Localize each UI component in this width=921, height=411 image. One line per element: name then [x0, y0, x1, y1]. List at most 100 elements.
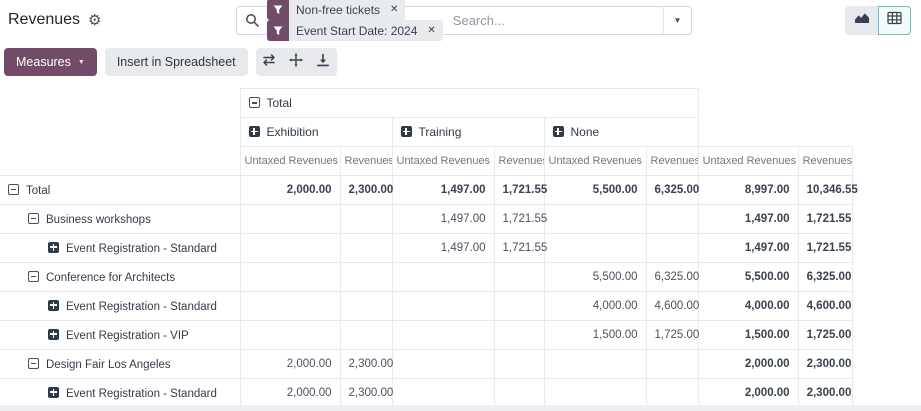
collapse-icon — [249, 97, 260, 108]
pivot-cell[interactable]: 5,500.00 — [544, 176, 646, 205]
pivot-cell[interactable]: 5,500.00 — [544, 263, 646, 292]
pivot-cell[interactable]: 6,325.00 — [646, 263, 698, 292]
search-options-toggle[interactable]: ▼ — [663, 7, 691, 34]
pivot-cell[interactable]: 2,000.00 — [240, 176, 340, 205]
pivot-cell[interactable]: 1,725.00 — [646, 321, 698, 350]
pivot-row-header[interactable]: Conference for Architects — [0, 263, 240, 292]
pivot-view: TotalExhibitionTrainingNoneUntaxed Reven… — [0, 88, 921, 408]
pivot-cell[interactable]: 4,600.00 — [798, 292, 852, 321]
pivot-row: Total2,000.002,300.001,497.001,721.555,5… — [0, 176, 852, 205]
pivot-header-spacer — [698, 118, 852, 147]
pivot-cell[interactable]: 5,500.00 — [698, 263, 798, 292]
pivot-cell[interactable]: 2,300.00 — [798, 350, 852, 379]
measure-header[interactable]: Untaxed Revenues — [544, 147, 646, 176]
pivot-row-header[interactable]: Total — [0, 176, 240, 205]
pivot-cell[interactable]: 1,500.00 — [698, 321, 798, 350]
control-panel: Revenues ⚙ Non-free tickets✕Event Start … — [0, 0, 921, 40]
pivot-cell[interactable]: 8,997.00 — [698, 176, 798, 205]
pivot-cell[interactable]: 2,300.00 — [340, 176, 392, 205]
pivot-col-group-header[interactable]: None — [544, 118, 698, 147]
measure-header[interactable]: Revenues — [340, 147, 392, 176]
pivot-cell[interactable]: 1,725.00 — [798, 321, 852, 350]
pivot-table: TotalExhibitionTrainingNoneUntaxed Reven… — [0, 88, 853, 408]
pivot-cell — [392, 350, 494, 379]
pivot-col-total-header[interactable]: Total — [240, 89, 698, 118]
expand-icon — [553, 126, 564, 137]
graph-view-button[interactable] — [845, 6, 878, 35]
gear-icon[interactable]: ⚙ — [88, 13, 101, 28]
expand-all-button[interactable] — [283, 48, 310, 76]
pivot-cell[interactable]: 2,000.00 — [240, 379, 340, 408]
chevron-down-icon: ▼ — [674, 16, 682, 25]
pivot-cell — [392, 292, 494, 321]
pivot-cell[interactable]: 2,000.00 — [240, 350, 340, 379]
pivot-cell[interactable]: 10,346.55 — [798, 176, 852, 205]
measure-header[interactable]: Revenues — [798, 147, 852, 176]
pivot-cell — [544, 234, 646, 263]
collapse-icon — [8, 184, 19, 195]
pivot-cell[interactable]: 4,000.00 — [544, 292, 646, 321]
pivot-cell[interactable]: 1,721.55 — [494, 176, 544, 205]
pivot-cell[interactable]: 6,325.00 — [646, 176, 698, 205]
facet-remove-button[interactable]: ✕ — [387, 0, 405, 20]
pivot-row: Conference for Architects5,500.006,325.0… — [0, 263, 852, 292]
pivot-cell[interactable]: 1,721.55 — [798, 234, 852, 263]
pivot-row-header[interactable]: Event Registration - Standard — [0, 292, 240, 321]
collapse-icon — [28, 213, 39, 224]
pivot-corner — [0, 118, 240, 147]
pivot-cell[interactable]: 6,325.00 — [798, 263, 852, 292]
download-xlsx-button[interactable] — [310, 48, 337, 76]
pivot-cell — [340, 292, 392, 321]
measure-header[interactable]: Untaxed Revenues — [240, 147, 340, 176]
pivot-row: Event Registration - VIP1,500.001,725.00… — [0, 321, 852, 350]
pivot-cell[interactable]: 1,497.00 — [392, 176, 494, 205]
search-input[interactable] — [451, 12, 663, 29]
pivot-cell[interactable]: 1,497.00 — [392, 205, 494, 234]
page-background-strip — [0, 405, 921, 411]
flip-axis-button[interactable] — [256, 48, 283, 76]
pivot-grid-icon — [887, 11, 902, 30]
facet-remove-button[interactable]: ✕ — [424, 20, 442, 41]
measure-header[interactable]: Revenues — [646, 147, 698, 176]
pivot-cell — [494, 379, 544, 408]
pivot-cell[interactable]: 1,721.55 — [494, 205, 544, 234]
pivot-cell — [240, 321, 340, 350]
pivot-cell — [494, 292, 544, 321]
pivot-row-header[interactable]: Design Fair Los Angeles — [0, 350, 240, 379]
pivot-cell[interactable]: 1,500.00 — [544, 321, 646, 350]
pivot-cell[interactable]: 2,300.00 — [340, 379, 392, 408]
pivot-cell[interactable]: 4,600.00 — [646, 292, 698, 321]
search-icon — [245, 13, 259, 27]
pivot-cell — [240, 205, 340, 234]
pivot-cell — [646, 350, 698, 379]
pivot-cell[interactable]: 1,497.00 — [392, 234, 494, 263]
pivot-col-group-header[interactable]: Training — [392, 118, 544, 147]
pivot-cell[interactable]: 1,497.00 — [698, 205, 798, 234]
measure-header[interactable]: Untaxed Revenues — [698, 147, 798, 176]
pivot-cell — [544, 205, 646, 234]
pivot-cell[interactable]: 1,497.00 — [698, 234, 798, 263]
pivot-row-header[interactable]: Event Registration - Standard — [0, 379, 240, 408]
pivot-view-button[interactable] — [878, 6, 911, 35]
pivot-cell[interactable]: 2,300.00 — [798, 379, 852, 408]
measure-header[interactable]: Revenues — [494, 147, 544, 176]
pivot-cell — [340, 234, 392, 263]
measures-button[interactable]: Measures ▼ — [4, 48, 97, 76]
pivot-col-group-header[interactable]: Exhibition — [240, 118, 392, 147]
measure-header[interactable]: Untaxed Revenues — [392, 147, 494, 176]
pivot-row-header[interactable]: Business workshops — [0, 205, 240, 234]
pivot-row-header[interactable]: Event Registration - VIP — [0, 321, 240, 350]
insert-in-spreadsheet-button[interactable]: Insert in Spreadsheet — [105, 48, 248, 76]
pivot-cell[interactable]: 2,000.00 — [698, 350, 798, 379]
pivot-row-header[interactable]: Event Registration - Standard — [0, 234, 240, 263]
pivot-cell[interactable]: 2,300.00 — [340, 350, 392, 379]
collapse-icon — [28, 271, 39, 282]
pivot-cell[interactable]: 2,000.00 — [698, 379, 798, 408]
pivot-cell[interactable]: 1,721.55 — [798, 205, 852, 234]
pivot-cell — [494, 263, 544, 292]
pivot-cell — [646, 234, 698, 263]
pivot-cell[interactable]: 4,000.00 — [698, 292, 798, 321]
pivot-cell[interactable]: 1,721.55 — [494, 234, 544, 263]
pivot-cell — [340, 321, 392, 350]
filter-funnel-icon — [267, 0, 289, 20]
